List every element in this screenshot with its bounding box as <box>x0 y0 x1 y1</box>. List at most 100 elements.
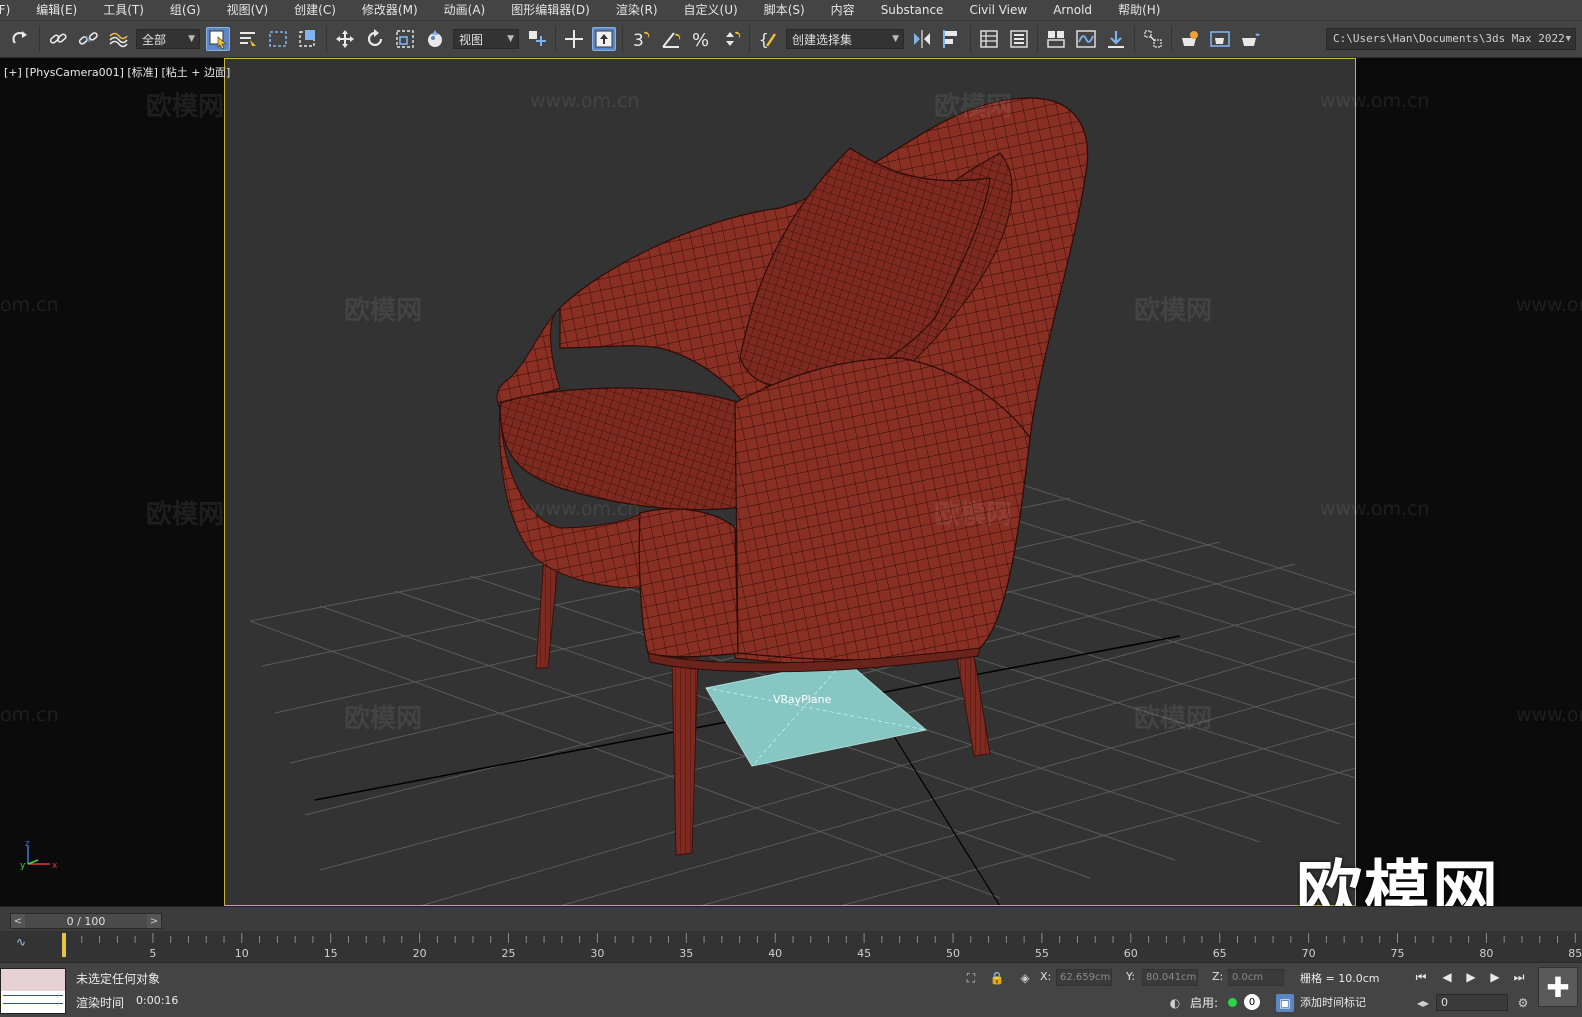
y-coordinate-field[interactable]: 80.041cm <box>1142 969 1198 986</box>
lock-icon[interactable]: 🔒 <box>988 969 1006 987</box>
toolbar-separator <box>970 26 971 52</box>
reference-coordinate-dropdown[interactable]: 视图 ▼ <box>453 29 519 49</box>
project-path-dropdown[interactable]: C:\Users\Han\Documents\3ds Max 2022 ▼ <box>1326 28 1576 50</box>
frame-ruler: 5 10 15 20 25 30 35 40 45 50 55 60 65 70 75 80 85 <box>62 933 1582 960</box>
grid-size: 栅格 = 10.0cm <box>1300 972 1380 985</box>
selection-filter-dropdown[interactable]: 全部 ▼ <box>136 29 200 49</box>
curve-editor-icon[interactable] <box>1074 27 1098 51</box>
link-icon[interactable] <box>46 27 70 51</box>
menu-animation[interactable]: 动画(A) <box>431 0 499 20</box>
next-frame-icon[interactable]: ▶ <box>1484 968 1506 986</box>
frame-spinner-icon[interactable]: ◂▸ <box>1414 994 1432 1012</box>
percent-snap-icon[interactable]: % <box>689 27 713 51</box>
layer-explorer-icon[interactable] <box>1007 27 1031 51</box>
frame-tick-label: 30 <box>590 947 604 960</box>
z-coordinate-field[interactable]: 0.0cm <box>1228 969 1284 986</box>
window-crossing-icon[interactable] <box>296 27 320 51</box>
align-icon[interactable] <box>940 27 964 51</box>
mirror-icon[interactable] <box>910 27 934 51</box>
unlink-icon[interactable] <box>76 27 100 51</box>
named-selection-dropdown[interactable]: 创建选择集 ▼ <box>786 29 904 49</box>
enable-count-badge: 0 <box>1244 994 1260 1010</box>
place-icon[interactable] <box>423 27 447 51</box>
edit-named-selection-icon[interactable]: { <box>756 27 780 51</box>
time-config-icon[interactable]: ⚙ <box>1514 994 1532 1012</box>
previous-frame-icon[interactable]: ◀ <box>1436 968 1458 986</box>
move-icon[interactable] <box>333 27 357 51</box>
menu-views[interactable]: 视图(V) <box>214 0 282 20</box>
rendered-frame-window-icon[interactable] <box>1208 27 1232 51</box>
pivot-center-icon[interactable] <box>525 27 549 51</box>
menu-arnold[interactable]: Arnold <box>1040 0 1105 20</box>
menu-help[interactable]: 帮助(H) <box>1105 0 1173 20</box>
mini-curve-editor-icon[interactable]: ∿ <box>16 935 40 953</box>
play-icon[interactable]: ▶ <box>1460 968 1482 986</box>
toolbar-separator <box>749 26 750 52</box>
x-coordinate-field[interactable]: 62.659cm <box>1056 969 1112 986</box>
menu-content[interactable]: 内容 <box>818 0 868 20</box>
current-frame-field[interactable]: 0 <box>1436 994 1508 1011</box>
frame-tick-label: 15 <box>324 947 338 960</box>
menu-customize[interactable]: 自定义(U) <box>671 0 751 20</box>
frame-tick-label: 40 <box>768 947 782 960</box>
absolute-mode-icon[interactable]: ◈ <box>1016 969 1034 987</box>
render-production-icon[interactable] <box>1238 27 1262 51</box>
keyboard-shortcut-override-icon[interactable] <box>592 27 616 51</box>
menu-create[interactable]: 创建(C) <box>281 0 349 20</box>
frame-tick-label: 70 <box>1302 947 1316 960</box>
scale-icon[interactable] <box>393 27 417 51</box>
time-slider[interactable]: < 0 / 100 > <box>10 913 162 929</box>
chevron-left-icon[interactable]: < <box>11 914 25 928</box>
adaptive-degradation-icon[interactable]: ◐ <box>1166 994 1184 1012</box>
snaps-toggle-icon[interactable]: 3 <box>629 27 653 51</box>
rectangular-selection-icon[interactable] <box>266 27 290 51</box>
select-by-name-icon[interactable] <box>236 27 260 51</box>
3ds-max-window: (F) 编辑(E) 工具(T) 组(G) 视图(V) 创建(C) 修改器(M) … <box>0 0 1582 1017</box>
angle-snap-icon[interactable] <box>659 27 683 51</box>
bind-space-warp-icon[interactable] <box>106 27 130 51</box>
menu-civil-view[interactable]: Civil View <box>956 0 1040 20</box>
track-bar[interactable]: 5 10 15 20 25 30 35 40 45 50 55 60 65 70 75 80 85 ∿ <box>0 931 1582 963</box>
material-editor-icon[interactable] <box>1141 27 1165 51</box>
status-bar: 未选定任何对象 渲染时间 0:00:16 ⛶ 🔒 ◈ X: 62.659cm Y… <box>0 962 1582 1017</box>
viewport[interactable]: [+] [PhysCamera001] [标准] [粘土 + 边面] z x y… <box>0 58 1582 906</box>
time-slider-value: 0 / 100 <box>66 914 106 928</box>
menu-scripting[interactable]: 脚本(S) <box>751 0 818 20</box>
rotate-icon[interactable] <box>363 27 387 51</box>
schematic-view-icon[interactable] <box>1104 27 1128 51</box>
menu-graph-editors[interactable]: 图形编辑器(D) <box>498 0 603 20</box>
chevron-right-icon[interactable]: > <box>147 914 161 928</box>
maxscript-input[interactable] <box>1 969 65 991</box>
x-label: X: <box>1040 970 1052 983</box>
menu-tools[interactable]: 工具(T) <box>90 0 157 20</box>
frame-tick-label: 60 <box>1124 947 1138 960</box>
redo-icon[interactable] <box>9 27 33 51</box>
spinner-snap-icon[interactable] <box>719 27 743 51</box>
select-manipulate-icon[interactable] <box>562 27 586 51</box>
isolate-selection-icon[interactable]: ⛶ <box>962 969 980 987</box>
menu-substance[interactable]: Substance <box>868 0 957 20</box>
add-button[interactable]: ✚ <box>1538 967 1578 1007</box>
menu-rendering[interactable]: 渲染(R) <box>603 0 671 20</box>
toolbar-separator <box>1134 26 1135 52</box>
menu-modifiers[interactable]: 修改器(M) <box>349 0 431 20</box>
maxscript-listener[interactable] <box>0 968 66 1014</box>
menu-group[interactable]: 组(G) <box>157 0 214 20</box>
go-to-start-icon[interactable]: ⏮ <box>1410 968 1432 986</box>
toggle-ribbon-icon[interactable] <box>1044 27 1068 51</box>
menu-file[interactable]: (F) <box>0 0 23 20</box>
time-tag-icon[interactable]: ▣ <box>1276 994 1294 1012</box>
frame-tick-label: 10 <box>235 947 249 960</box>
z-label: Z: <box>1212 970 1224 983</box>
render-time-value: 0:00:16 <box>136 994 179 1007</box>
viewport-label[interactable]: [+] [PhysCamera001] [标准] [粘土 + 边面] <box>4 64 230 80</box>
menu-edit[interactable]: 编辑(E) <box>23 0 90 20</box>
svg-text:%: % <box>692 30 709 50</box>
select-object-icon[interactable] <box>206 27 230 51</box>
frame-tick-label: 80 <box>1479 947 1493 960</box>
render-setup-icon[interactable] <box>1178 27 1202 51</box>
go-to-end-icon[interactable]: ⏭ <box>1508 968 1530 986</box>
scene-render: z x y <box>20 97 1355 905</box>
add-time-tag-button[interactable]: 添加时间标记 <box>1300 994 1366 1010</box>
scene-explorer-icon[interactable] <box>977 27 1001 51</box>
